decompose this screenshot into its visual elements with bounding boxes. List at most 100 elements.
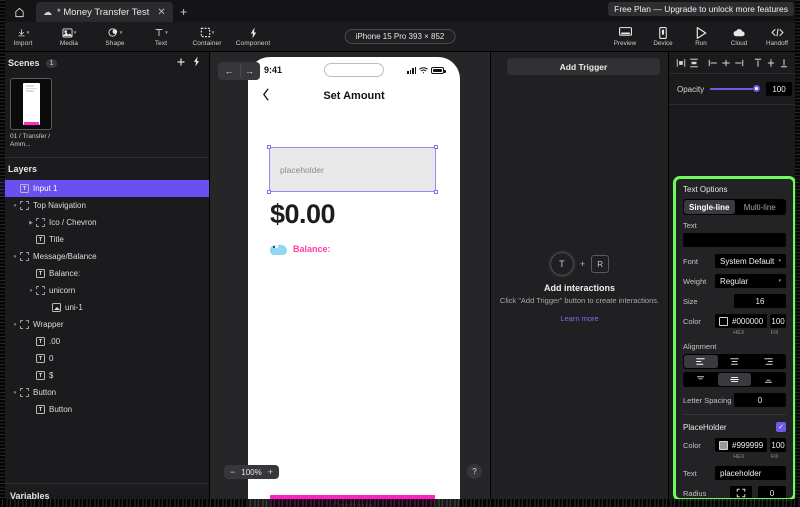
toolbar-component[interactable]: Component — [230, 26, 276, 47]
layer-disclosure-icon[interactable]: ▾ — [26, 288, 36, 294]
signal-icon — [407, 66, 416, 74]
resize-handle-bottom-left[interactable] — [267, 190, 271, 194]
canvas-area[interactable]: ← → 9:41 Set Amount placeholder $0.00 Ba… — [210, 52, 490, 507]
text-color-fill-input[interactable]: 100 — [770, 314, 786, 328]
size-input[interactable]: 16 — [734, 294, 786, 308]
align-top-icon[interactable] — [752, 57, 763, 69]
layer-row[interactable]: ▾ Button — [0, 384, 209, 401]
layer-row[interactable]: ▶ Ico / Chevron — [0, 214, 209, 231]
input-1[interactable]: placeholder — [270, 148, 435, 191]
layer-disclosure-icon[interactable]: ▾ — [10, 203, 20, 209]
input-field-selection[interactable]: placeholder — [267, 145, 438, 194]
text-align-center-icon[interactable] — [718, 355, 752, 368]
nav-prev-button[interactable]: ← — [220, 64, 238, 78]
opacity-slider[interactable] — [710, 85, 760, 92]
image-layer-icon — [52, 303, 61, 313]
text-valign-top-icon[interactable] — [684, 373, 718, 386]
layer-disclosure-icon[interactable]: ▾ — [10, 322, 20, 328]
placeholder-color-fill-input[interactable]: 100 — [770, 438, 786, 452]
layer-row[interactable]: uni-1 — [0, 299, 209, 316]
layer-row[interactable]: ▾ Wrapper — [0, 316, 209, 333]
device-button[interactable]: Device — [644, 26, 682, 47]
continue-button[interactable]: Continue — [270, 495, 435, 507]
placeholder-text-input[interactable]: placeholder — [715, 466, 786, 480]
add-trigger-button[interactable]: Add Trigger — [507, 58, 660, 75]
learn-more-link[interactable]: Learn more — [560, 314, 598, 323]
document-tab[interactable]: ☁ * Money Transfer Test ✕ — [36, 2, 173, 22]
layer-row[interactable]: T $ — [0, 367, 209, 384]
cloud-icon — [733, 27, 746, 39]
layer-row[interactable]: ▾ unicorn — [0, 282, 209, 299]
toolbar-shape[interactable]: ▾ Shape — [92, 26, 138, 47]
preview-button[interactable]: Preview — [606, 27, 644, 47]
run-button[interactable]: Run — [682, 26, 720, 47]
close-icon[interactable]: ✕ — [157, 7, 165, 18]
scene-card[interactable]: 01 / Transfer / Amm... — [10, 78, 52, 149]
weight-select[interactable]: Regular ▾ — [715, 274, 786, 288]
handoff-button[interactable]: Handoff — [758, 27, 796, 47]
checkbox-checked-icon[interactable]: ✓ — [776, 422, 786, 432]
new-tab-button[interactable]: + — [173, 2, 195, 22]
text-valign-bottom-icon[interactable] — [751, 373, 785, 386]
align-bottom-icon[interactable] — [778, 57, 789, 69]
placeholder-color-label: Color — [683, 441, 701, 450]
toolbar-media[interactable]: ▾ Media — [46, 26, 92, 47]
radius-value-input[interactable]: 0 — [758, 486, 786, 498]
variables-section[interactable]: Variables — [0, 483, 209, 507]
resize-handle-top-right[interactable] — [434, 145, 438, 149]
layer-disclosure-icon[interactable]: ▶ — [26, 220, 36, 226]
align-left-icon[interactable] — [707, 57, 718, 69]
text-color-swatch[interactable] — [719, 316, 728, 326]
scenes-lightning-bolt-icon[interactable] — [192, 56, 201, 70]
toolbar-import-label: Import — [13, 40, 33, 47]
plan-badge[interactable]: Free Plan — Upgrade to unlock more featu… — [608, 2, 794, 16]
cloud-button[interactable]: Cloud — [720, 27, 758, 47]
align-right-icon[interactable] — [733, 57, 744, 69]
layer-row[interactable]: ▾ Top Navigation — [0, 197, 209, 214]
chevron-left-icon[interactable] — [262, 88, 270, 104]
layer-disclosure-icon[interactable]: ▾ — [10, 390, 20, 396]
placeholder-color-hex-input[interactable]: #999999 — [715, 438, 768, 452]
align-horizontal-distribute-icon[interactable] — [675, 57, 686, 69]
add-scene-button[interactable] — [176, 57, 186, 70]
letter-spacing-input[interactable]: 0 — [734, 393, 786, 407]
nav-next-button[interactable]: → — [240, 64, 258, 78]
opacity-value[interactable]: 100 — [766, 82, 792, 96]
text-align-right-icon[interactable] — [751, 355, 785, 368]
layer-row[interactable]: T Input 1 — [0, 180, 209, 198]
radius-label: Radius — [683, 488, 707, 498]
align-middle-icon[interactable] — [765, 57, 776, 69]
resize-handle-bottom-right[interactable] — [434, 190, 438, 194]
align-vertical-distribute-icon[interactable] — [688, 57, 699, 69]
empty-state-subtitle: Click "Add Trigger" button to create int… — [499, 296, 660, 305]
device-selector[interactable]: iPhone 15 Pro 393 × 852 — [344, 29, 456, 44]
text-align-left-icon[interactable] — [684, 355, 718, 368]
zoom-in-button[interactable]: + — [268, 467, 273, 477]
placeholder-color-swatch[interactable] — [719, 440, 728, 450]
zoom-out-button[interactable]: − — [230, 467, 235, 477]
home-icon[interactable] — [6, 2, 32, 22]
corner-radius-icon[interactable] — [730, 486, 752, 498]
text-valign-middle-icon[interactable] — [717, 373, 752, 386]
toolbar-import[interactable]: ▾ Import — [0, 26, 46, 47]
single-line-tab[interactable]: Single-line — [684, 200, 735, 214]
align-center-horizontal-icon[interactable] — [720, 57, 731, 69]
layer-row[interactable]: T Balance: — [0, 265, 209, 282]
layer-row[interactable]: ▾ Message/Balance — [0, 248, 209, 265]
help-button[interactable]: ? — [467, 464, 482, 479]
multi-line-tab[interactable]: Multi-line — [735, 200, 786, 214]
resize-handle-top-left[interactable] — [267, 145, 271, 149]
text-color-hex-input[interactable]: #000000 — [715, 314, 768, 328]
layer-row[interactable]: T .00 — [0, 333, 209, 350]
layer-row[interactable]: T Button — [0, 401, 209, 418]
scene-thumbnail[interactable] — [10, 78, 52, 130]
layer-disclosure-icon[interactable]: ▾ — [10, 254, 20, 260]
text-value-input[interactable] — [683, 233, 786, 247]
toolbar-text[interactable]: ▾ Text — [138, 26, 184, 47]
phone-mockup[interactable]: 9:41 Set Amount placeholder $0.00 Balanc… — [248, 57, 460, 507]
layer-row[interactable]: T0 — [0, 350, 209, 367]
layer-row[interactable]: T Title — [0, 231, 209, 248]
font-select[interactable]: System Default ▾ — [715, 254, 786, 268]
toolbar-container[interactable]: ▾ Container — [184, 26, 230, 47]
toolbar-media-label: Media — [59, 40, 79, 47]
